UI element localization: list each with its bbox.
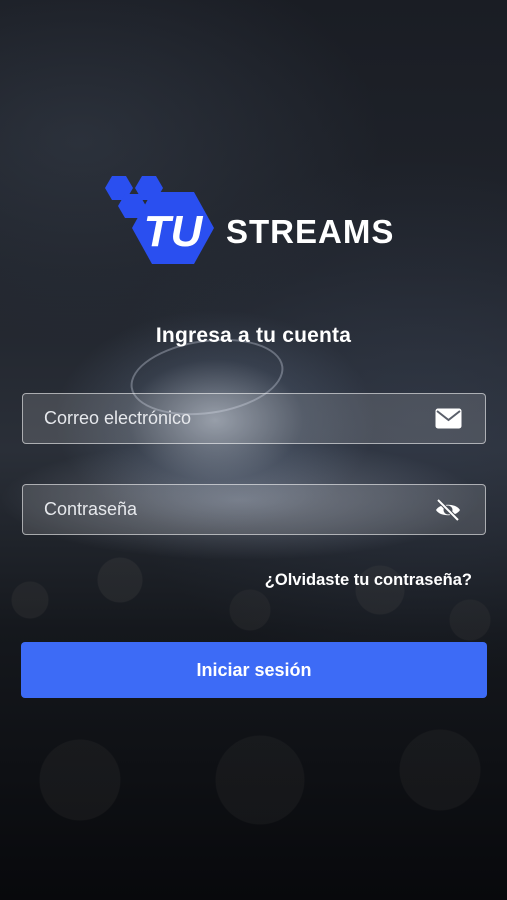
logo-graphic: TU STREAMS [105,176,394,264]
email-field[interactable] [22,393,486,444]
email-input[interactable] [23,394,433,443]
password-input[interactable] [23,485,433,534]
login-button[interactable]: Iniciar sesión [21,642,487,698]
logo-mark-text: TU [144,207,204,256]
eye-off-icon[interactable] [433,495,463,525]
mail-icon [433,404,463,434]
forgot-password-link[interactable]: ¿Olvidaste tu contraseña? [265,571,472,590]
tu-streams-logo: TU STREAMS [92,172,412,272]
password-field[interactable] [22,484,486,535]
logo-wordmark: STREAMS [226,213,394,250]
login-title: Ingresa a tu cuenta [155,324,352,347]
